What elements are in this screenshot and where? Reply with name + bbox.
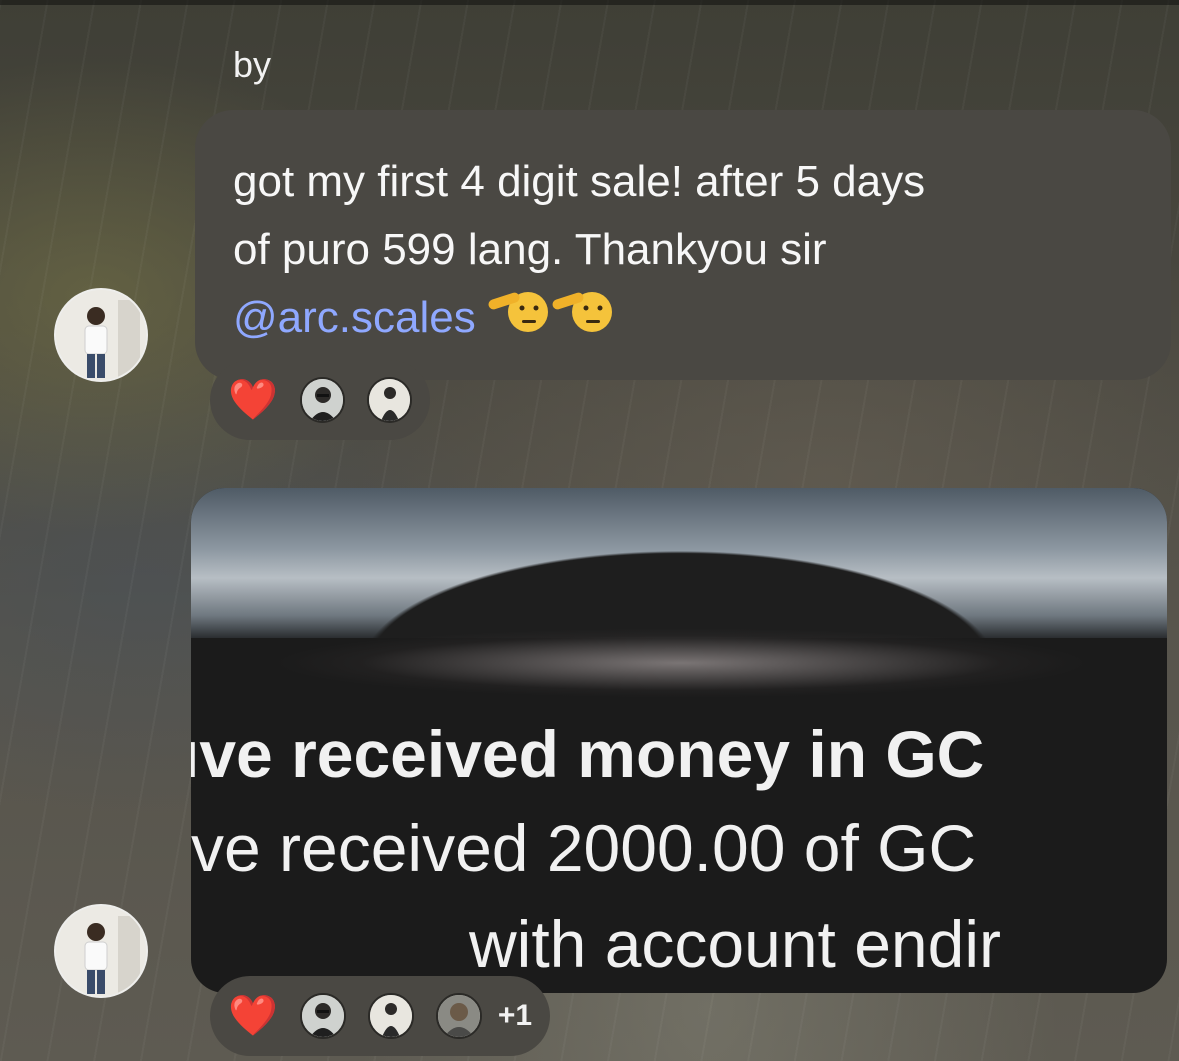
- reactor-avatar: [367, 993, 414, 1039]
- heart-reaction-icon: ❤️: [228, 378, 278, 422]
- reactor-avatar: [299, 377, 345, 423]
- reaction-bar[interactable]: ❤️ +1: [210, 976, 550, 1056]
- person-photo-icon: [56, 290, 146, 380]
- saluting-face-icon: [486, 284, 556, 356]
- reactor-avatar: [366, 377, 412, 423]
- image-attachment[interactable]: ıve received money in GC ve received 200…: [191, 488, 1167, 993]
- mention-link[interactable]: @arc.scales: [233, 293, 476, 342]
- image-glow: [271, 628, 1091, 698]
- image-text-line-3: with account endir: [469, 907, 1001, 981]
- reaction-bar[interactable]: ❤️: [210, 360, 430, 440]
- message-text: got my first 4 digit sale! after 5 days …: [233, 148, 1133, 356]
- heart-reaction-icon: ❤️: [228, 994, 278, 1038]
- image-text-line-1: ıve received money in GC: [191, 717, 985, 791]
- top-divider: [0, 0, 1179, 5]
- message-line-1: got my first 4 digit sale! after 5 days: [233, 157, 926, 206]
- message-line-3: @arc.scales: [233, 284, 1133, 356]
- reactor-avatar: [435, 993, 482, 1039]
- sender-label: by: [233, 44, 272, 85]
- sender-avatar[interactable]: [54, 904, 148, 998]
- image-top-blur: [191, 488, 1167, 638]
- image-text-line-2: ve received 2000.00 of GC: [191, 811, 977, 885]
- saluting-face-icon: [550, 284, 620, 356]
- sender-avatar[interactable]: [54, 288, 148, 382]
- message-line-2: of puro 599 lang. Thankyou sir: [233, 225, 827, 274]
- person-photo-icon: [56, 906, 146, 996]
- reactor-avatar: [299, 993, 346, 1039]
- extra-reactions-count: +1: [497, 999, 533, 1032]
